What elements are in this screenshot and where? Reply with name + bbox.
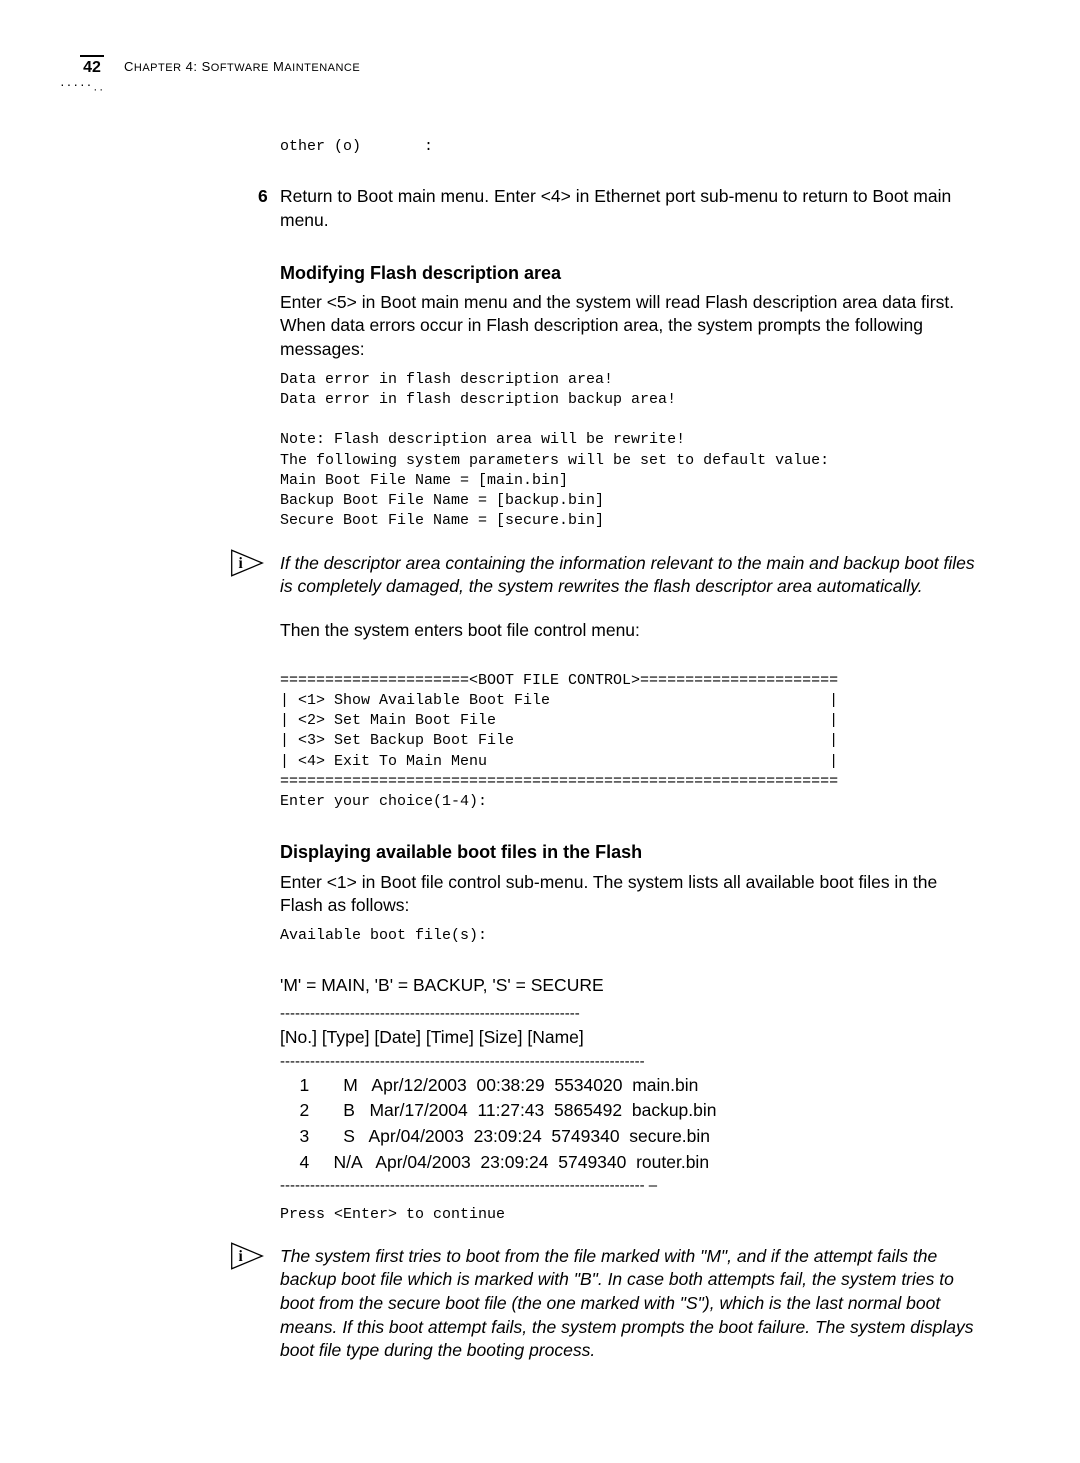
table-end-line: ----------------------------------------… <box>280 1176 980 1196</box>
svg-text:i: i <box>239 1248 244 1265</box>
table-row: 1 M Apr/12/2003 00:38:29 5534020 main.bi… <box>280 1074 980 1098</box>
table-row: 4 N/A Apr/04/2003 23:09:24 5749340 route… <box>280 1151 980 1175</box>
heading-modifying-flash: Modifying Flash description area <box>280 261 980 285</box>
code-block-flash-error: Data error in flash description area! Da… <box>280 370 980 532</box>
para-then-enters: Then the system enters boot file control… <box>280 619 980 643</box>
step-6: 6 Return to Boot main menu. Enter <4> in… <box>280 185 980 232</box>
code-block-other: other (o) : <box>280 137 980 157</box>
document-page: 42 CHAPTER 4: SOFTWARE MAINTENANCE ·····… <box>0 0 1080 1463</box>
info-icon: i <box>230 548 264 578</box>
info-icon: i <box>230 1241 264 1271</box>
para-display-boot: Enter <1> in Boot file control sub-menu.… <box>280 871 980 918</box>
page-number: 42 <box>80 55 104 77</box>
code-block-boot-control: =====================<BOOT FILE CONTROL>… <box>280 671 980 813</box>
table-sep-1: ----------------------------------------… <box>280 1052 980 1072</box>
code-available-boot: Available boot file(s): <box>280 926 980 946</box>
table-row: 3 S Apr/04/2003 23:09:24 5749340 secure.… <box>280 1125 980 1149</box>
page-header: 42 CHAPTER 4: SOFTWARE MAINTENANCE <box>80 55 990 77</box>
note-2-text: The system first tries to boot from the … <box>280 1245 980 1363</box>
table-row: 2 B Mar/17/2004 11:27:43 5865492 backup.… <box>280 1099 980 1123</box>
table-header-row: [No.] [Type] [Date] [Time] [Size] [Name] <box>280 1026 980 1050</box>
note-block-1: i If the descriptor area containing the … <box>280 552 980 599</box>
code-press-enter: Press <Enter> to continue <box>280 1205 980 1225</box>
svg-text:i: i <box>239 555 244 572</box>
step-number-6: 6 <box>258 185 268 209</box>
note-block-2: i The system first tries to boot from th… <box>280 1245 980 1363</box>
para-flash-desc: Enter <5> in Boot main menu and the syst… <box>280 291 980 362</box>
table-hdr-line: ----------------------------------------… <box>280 1004 980 1024</box>
step-6-text: Return to Boot main menu. Enter <4> in E… <box>280 186 951 230</box>
main-content: other (o) : 6 Return to Boot main menu. … <box>280 137 980 1363</box>
chapter-title: CHAPTER 4: SOFTWARE MAINTENANCE <box>124 59 360 74</box>
note-1-text: If the descriptor area containing the in… <box>280 552 980 599</box>
dots-decoration: ······· <box>60 76 105 96</box>
heading-displaying-boot: Displaying available boot files in the F… <box>280 840 980 864</box>
legend-line: 'M' = MAIN, 'B' = BACKUP, 'S' = SECURE <box>280 974 980 998</box>
